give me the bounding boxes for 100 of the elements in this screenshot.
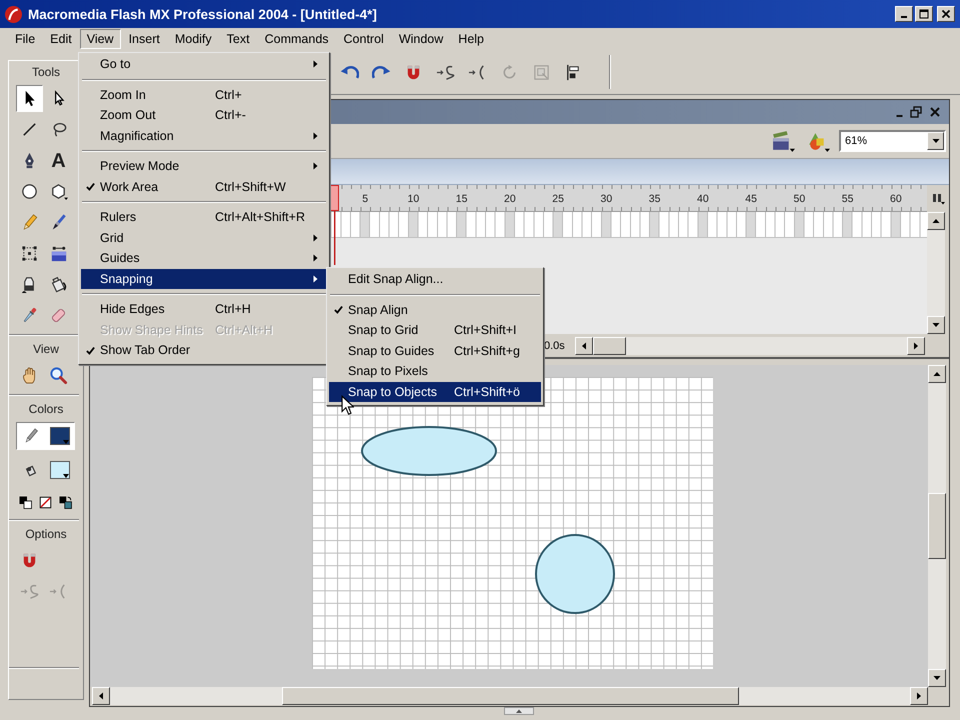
caret-left-icon xyxy=(97,692,105,700)
scroll-up-button[interactable] xyxy=(927,212,945,230)
frame-number: 50 xyxy=(792,192,806,204)
scroll-left-button[interactable] xyxy=(575,336,593,354)
circle-shape[interactable] xyxy=(535,534,615,614)
paint-bucket-icon xyxy=(49,275,68,294)
menu-item[interactable]: Rulers Ctrl+Alt+Shift+R xyxy=(81,207,327,228)
shortcut-text: Ctrl+Shift+ö xyxy=(454,384,520,399)
close-button[interactable] xyxy=(937,6,955,22)
menu-item[interactable]: Zoom In Ctrl+ xyxy=(81,84,327,105)
menu-item[interactable]: Hide Edges Ctrl+H xyxy=(81,299,327,320)
scroll-right-button[interactable] xyxy=(910,687,928,705)
scroll-left-button[interactable] xyxy=(92,687,110,705)
menu-bar-item[interactable]: Modify xyxy=(168,29,219,49)
menu-item[interactable]: Snap to Grid Ctrl+Shift+I xyxy=(329,320,541,340)
menu-item[interactable]: Work Area Ctrl+Shift+W xyxy=(81,176,327,197)
menu-item[interactable]: Go to xyxy=(81,54,327,74)
smooth-curve-icon xyxy=(20,582,39,601)
frame-number: 55 xyxy=(840,192,854,204)
menu-bar-item[interactable]: Control xyxy=(336,29,391,49)
menu-bar-item[interactable]: Insert xyxy=(122,29,167,49)
menu-item[interactable]: Snap to Pixels xyxy=(329,361,541,382)
color-swatch[interactable] xyxy=(50,427,70,445)
transform-frame-icon xyxy=(20,244,39,263)
shortcut-text: Ctrl+Shift+g xyxy=(454,344,520,358)
restore-icon[interactable] xyxy=(910,106,922,118)
tool-button[interactable] xyxy=(16,85,43,112)
shortcut-text: Ctrl+- xyxy=(215,108,246,122)
scale-icon xyxy=(532,62,550,82)
panel-section-title: Options xyxy=(24,526,68,543)
menu-item[interactable]: Snap Align xyxy=(329,300,541,320)
default-colors-icon[interactable] xyxy=(18,494,33,510)
playhead-marker[interactable] xyxy=(330,185,340,265)
close-icon[interactable] xyxy=(929,106,941,118)
timeline-menu-icon[interactable] xyxy=(931,191,945,205)
window-title: Macromedia Flash MX Professional 2004 - [Untitled-4*] xyxy=(28,6,377,22)
color-swatch[interactable] xyxy=(50,461,70,479)
panel-section-title: Tools xyxy=(30,64,61,81)
panel-section-title: View xyxy=(32,341,60,358)
menu-item[interactable]: Snapping xyxy=(81,268,327,289)
scrollbar-thumb[interactable] xyxy=(282,687,739,705)
magnifier-icon xyxy=(49,366,68,385)
frame-number: 25 xyxy=(551,192,565,204)
caret-up-icon xyxy=(933,370,941,378)
submenu-arrow-icon xyxy=(313,234,318,242)
submenu-arrow-icon xyxy=(313,274,318,283)
scroll-down-button[interactable] xyxy=(927,316,945,334)
menu-bar-item[interactable]: Commands xyxy=(258,29,336,49)
dropdown-button[interactable] xyxy=(927,132,944,150)
menu-item[interactable]: Zoom Out Ctrl+- xyxy=(81,105,327,126)
menu-bar-item[interactable]: Edit xyxy=(43,29,79,49)
submenu-arrow-icon xyxy=(313,162,318,170)
frame-number: 30 xyxy=(600,192,614,204)
app-logo-icon xyxy=(5,6,22,22)
menu-bar-item[interactable]: Help xyxy=(451,29,492,49)
submenu-arrow-icon xyxy=(313,254,318,262)
caret-right-icon xyxy=(912,342,920,350)
minimize-button[interactable] xyxy=(895,6,913,22)
menu-item[interactable]: Magnification xyxy=(81,126,327,146)
swap-colors-icon[interactable] xyxy=(58,494,73,510)
color-control[interactable] xyxy=(16,422,75,450)
gradient-transform-icon xyxy=(49,244,68,263)
menu-bar-item[interactable]: View xyxy=(80,29,121,49)
scroll-up-button[interactable] xyxy=(928,365,946,383)
scrollbar-thumb[interactable] xyxy=(593,336,626,354)
zoom-field[interactable]: 61% xyxy=(839,130,946,152)
caret-down-icon xyxy=(933,674,941,682)
caret-right-icon xyxy=(915,692,923,700)
no-color-icon[interactable] xyxy=(38,494,53,510)
menu-item[interactable]: Show Tab Order xyxy=(81,340,327,360)
minimize-icon[interactable] xyxy=(896,115,903,117)
maximize-button[interactable] xyxy=(915,6,933,22)
menu-item[interactable]: Guides xyxy=(81,248,327,268)
undo-icon xyxy=(340,65,358,79)
tool-button[interactable]: A xyxy=(45,147,72,174)
menu-bar-item[interactable]: Window xyxy=(392,29,450,49)
frame-number: 40 xyxy=(696,192,710,204)
clapperboard-icon[interactable] xyxy=(771,130,796,152)
scroll-down-button[interactable] xyxy=(928,669,946,687)
menu-item[interactable]: Edit Snap Align... xyxy=(329,269,541,290)
minimize-icon xyxy=(901,16,907,18)
caret-down-icon xyxy=(932,137,940,145)
menu-bar-item[interactable]: Text xyxy=(220,29,257,49)
scroll-right-button[interactable] xyxy=(907,336,925,354)
submenu-arrow-icon xyxy=(313,60,318,68)
frame-number: 35 xyxy=(648,192,662,204)
menu-item[interactable]: Grid xyxy=(81,228,327,248)
menu-bar-item[interactable]: File xyxy=(8,29,42,49)
frame-number: 20 xyxy=(503,192,517,204)
maximize-icon xyxy=(919,9,929,19)
frame-number: 15 xyxy=(454,192,468,204)
redo-icon xyxy=(372,65,390,79)
scrollbar-thumb[interactable] xyxy=(928,493,946,559)
shortcut-text: Ctrl+H xyxy=(215,302,251,316)
menu-item[interactable]: Snap to Objects Ctrl+Shift+ö xyxy=(329,382,541,402)
shortcut-text: Ctrl+Shift+I xyxy=(454,323,517,338)
menu-item[interactable]: Snap to Guides Ctrl+Shift+g xyxy=(329,340,541,361)
menu-item[interactable]: Preview Mode xyxy=(81,156,327,176)
panel-toggle-icon[interactable] xyxy=(504,707,534,715)
ellipse-shape[interactable] xyxy=(361,426,497,476)
